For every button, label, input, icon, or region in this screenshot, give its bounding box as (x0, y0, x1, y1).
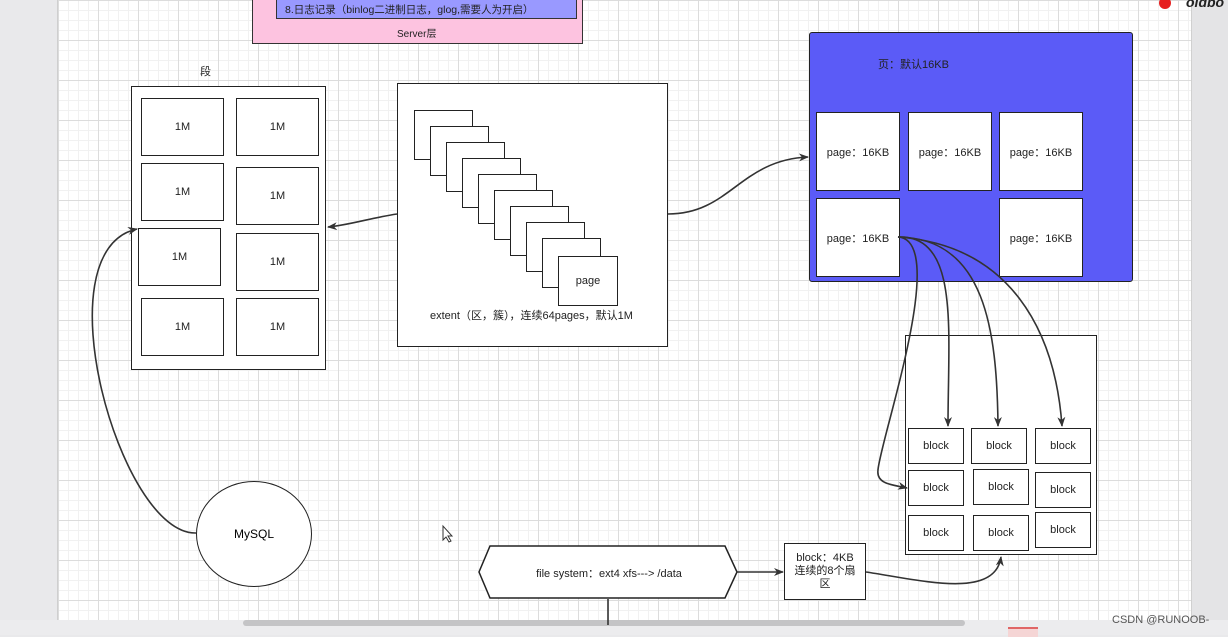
extent-page-label[interactable]: page (558, 256, 618, 306)
filesystem-label: file system：ext4 xfs---> /data (536, 568, 682, 580)
block-info-line3: 区 (819, 578, 831, 590)
block-info-line1: block：4KB (796, 552, 854, 564)
block-cell[interactable]: block (971, 428, 1027, 464)
mysql-node[interactable]: MySQL (196, 481, 312, 587)
segment-box[interactable]: 1M 1M 1M 1M 1M 1M 1M 1M (131, 86, 326, 370)
server-layer-box[interactable]: 8.日志记录（binlog二进制日志，glog,需要人为开启） Server层 (252, 0, 583, 44)
watermark: CSDN @RUNOOB- (1112, 614, 1210, 626)
page-cell[interactable]: page：16KB (999, 198, 1083, 277)
segment-title: 段 (200, 66, 211, 78)
mysql-label: MySQL (233, 527, 274, 541)
horizontal-scrollbar[interactable] (243, 620, 965, 626)
page-cell[interactable]: page：16KB (816, 198, 900, 277)
segment-cell[interactable]: 1M (236, 233, 319, 291)
segment-cell[interactable]: 1M (236, 167, 319, 225)
segment-cell[interactable]: 1M (236, 98, 319, 156)
server-log-text: 8.日志记录（binlog二进制日志，glog,需要人为开启） (285, 4, 534, 16)
page-cell[interactable]: page：16KB (999, 112, 1083, 191)
page-cell[interactable]: page：16KB (908, 112, 992, 191)
extent-box[interactable]: page extent（区，簇），连续64pages，默认1M (397, 83, 668, 347)
segment-cell[interactable]: 1M (236, 298, 319, 356)
block-cell[interactable]: block (908, 428, 964, 464)
block-info-box[interactable]: block：4KB 连续的8个扇 区 (784, 543, 866, 600)
segment-cell[interactable]: 1M (138, 228, 221, 286)
server-layer-label: Server层 (397, 29, 437, 40)
block-cell[interactable]: block (908, 515, 964, 551)
block-cell[interactable]: block (1035, 512, 1091, 548)
block-cell[interactable]: block (1035, 472, 1091, 508)
segment-cell[interactable]: 1M (141, 298, 224, 356)
block-cell[interactable]: block (973, 515, 1029, 551)
server-log-box: 8.日志记录（binlog二进制日志，glog,需要人为开启） (276, 0, 577, 19)
page-group-title: 页：默认16KB (878, 59, 949, 71)
block-group-box[interactable]: block block block block block block bloc… (905, 335, 1097, 555)
corner-text: oldbo (1186, 0, 1225, 10)
segment-cell[interactable]: 1M (141, 98, 224, 156)
block-cell[interactable]: block (1035, 428, 1091, 464)
extent-caption: extent（区，簇），连续64pages，默认1M (430, 310, 633, 322)
segment-cell[interactable]: 1M (141, 163, 224, 221)
bottom-right-tab (1008, 627, 1038, 637)
page-cell[interactable]: page：16KB (816, 112, 900, 191)
block-cell[interactable]: block (973, 469, 1029, 505)
right-panel-edge (1191, 0, 1228, 620)
block-info-line2: 连续的8个扇 (794, 565, 856, 577)
block-cell[interactable]: block (908, 470, 964, 506)
page-group-box[interactable]: 页：默认16KB page：16KB page：16KB page：16KB p… (809, 32, 1133, 282)
